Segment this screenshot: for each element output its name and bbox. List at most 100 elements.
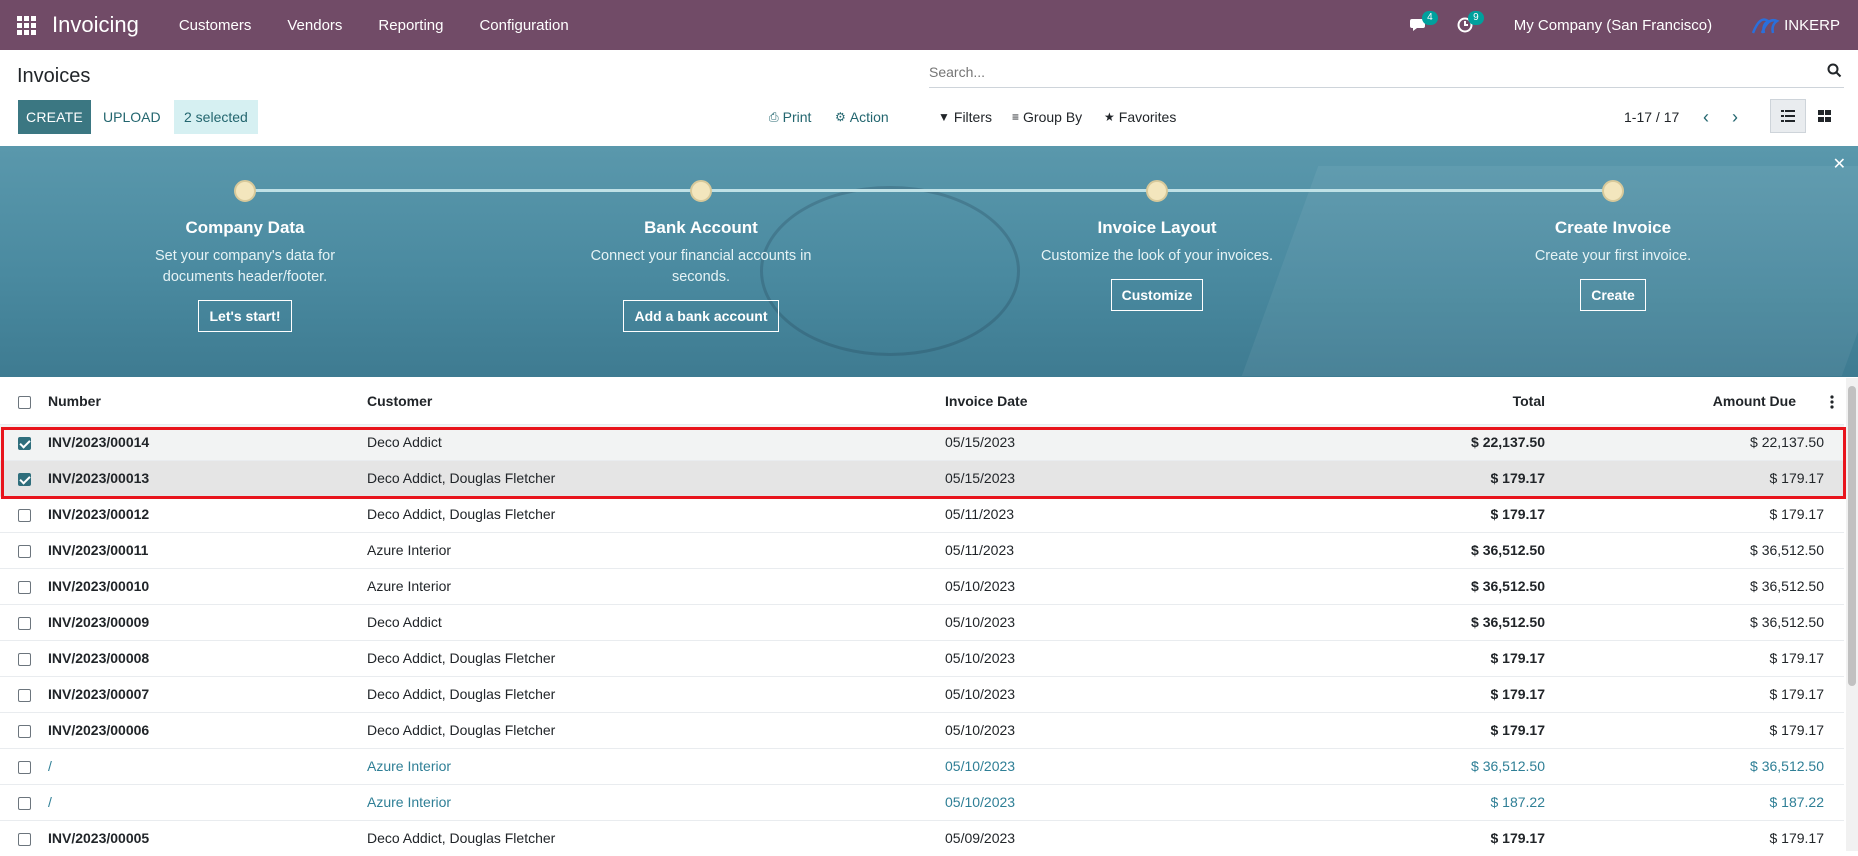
invoice-number: INV/2023/00014 bbox=[48, 423, 367, 460]
customer-name: Deco Addict bbox=[367, 423, 945, 460]
add-bank-account-button[interactable]: Add a bank account bbox=[623, 300, 779, 332]
pager-value[interactable]: 1-17 / 17 bbox=[1624, 100, 1679, 134]
invoice-total: $ 179.17 bbox=[1245, 639, 1545, 676]
invoice-number: / bbox=[48, 747, 367, 784]
lets-start-button[interactable]: Let's start! bbox=[198, 300, 292, 332]
create-invoice-button[interactable]: Create bbox=[1580, 279, 1646, 311]
row-checkbox-cell bbox=[0, 423, 48, 460]
row-checkbox[interactable] bbox=[18, 796, 31, 810]
menu-configuration[interactable]: Configuration bbox=[461, 17, 586, 34]
row-checkbox[interactable] bbox=[18, 724, 31, 738]
favorites-button[interactable]: ★ Favorites bbox=[1104, 100, 1176, 134]
app-name[interactable]: Invoicing bbox=[52, 12, 139, 38]
amount-due: $ 36,512.50 bbox=[1545, 603, 1844, 640]
scrollbar-thumb[interactable] bbox=[1848, 386, 1856, 686]
activities-button[interactable]: 9 bbox=[1450, 0, 1484, 50]
row-checkbox[interactable] bbox=[18, 688, 31, 702]
header-customer[interactable]: Customer bbox=[367, 378, 945, 424]
gear-icon: ⚙ bbox=[835, 110, 846, 124]
list-icon bbox=[1781, 110, 1795, 122]
select-all-cell bbox=[0, 378, 48, 424]
menu-vendors[interactable]: Vendors bbox=[269, 17, 360, 34]
customer-name: Deco Addict, Douglas Fletcher bbox=[367, 711, 945, 748]
header-amount-due[interactable]: Amount Due bbox=[1545, 378, 1844, 424]
table-row[interactable]: INV/2023/00010 Azure Interior 05/10/2023 $ … bbox=[0, 567, 1844, 604]
user-menu[interactable]: INKERP bbox=[1750, 13, 1840, 37]
table-row[interactable]: INV/2023/00006 Deco Addict, Douglas Fletc… bbox=[0, 711, 1844, 748]
brand-name: INKERP bbox=[1784, 16, 1840, 34]
groupby-button[interactable]: ≡ Group By bbox=[1012, 100, 1082, 134]
header-invoice-date[interactable]: Invoice Date bbox=[945, 378, 1245, 424]
row-checkbox[interactable] bbox=[18, 544, 31, 558]
invoice-date: 05/11/2023 bbox=[945, 531, 1245, 568]
invoice-total: $ 36,512.50 bbox=[1245, 603, 1545, 640]
customer-name: Azure Interior bbox=[367, 747, 945, 784]
filters-button[interactable]: ▼ Filters bbox=[938, 100, 992, 134]
print-button[interactable]: ⎙ Print bbox=[769, 100, 811, 134]
action-button[interactable]: ⚙ Action bbox=[835, 100, 889, 134]
row-checkbox[interactable] bbox=[18, 652, 31, 666]
table-row[interactable]: INV/2023/00014 Deco Addict 05/15/2023 $ 22,… bbox=[0, 423, 1844, 460]
search-icon[interactable] bbox=[1827, 63, 1842, 78]
customer-name: Deco Addict, Douglas Fletcher bbox=[367, 675, 945, 712]
menu-customers[interactable]: Customers bbox=[161, 17, 270, 34]
table-row[interactable]: INV/2023/00009 Deco Addict 05/10/2023 $ 36,… bbox=[0, 603, 1844, 640]
upload-button[interactable]: UPLOAD bbox=[95, 100, 169, 134]
star-icon: ★ bbox=[1104, 110, 1115, 124]
table-row[interactable]: INV/2023/00012 Deco Addict, Douglas Fletc… bbox=[0, 495, 1844, 532]
step-invoice-layout: Invoice Layout Customize the look of you… bbox=[1017, 180, 1297, 311]
step-title: Bank Account bbox=[644, 218, 758, 237]
step-description: Set your company's data for documents he… bbox=[154, 248, 336, 285]
amount-due: $ 179.17 bbox=[1545, 675, 1844, 712]
table-row[interactable]: / Azure Interior 05/10/2023 $ 187.22 $ 187.2… bbox=[0, 783, 1844, 820]
menu-reporting[interactable]: Reporting bbox=[360, 17, 461, 34]
close-icon[interactable]: ✕ bbox=[1833, 154, 1846, 174]
company-switcher[interactable]: My Company (San Francisco) bbox=[1514, 17, 1712, 34]
list-view-button[interactable] bbox=[1770, 99, 1806, 133]
invoice-number: / bbox=[48, 783, 367, 820]
step-dot bbox=[1146, 180, 1168, 202]
customer-name: Deco Addict, Douglas Fletcher bbox=[367, 639, 945, 676]
select-all-checkbox[interactable] bbox=[18, 395, 31, 409]
invoice-total: $ 179.17 bbox=[1245, 711, 1545, 748]
invoice-date: 05/10/2023 bbox=[945, 783, 1245, 820]
row-checkbox[interactable] bbox=[18, 580, 31, 594]
customize-button[interactable]: Customize bbox=[1110, 279, 1204, 311]
row-checkbox-cell bbox=[0, 711, 48, 748]
grid-icon bbox=[1817, 110, 1831, 122]
create-button[interactable]: CREATE bbox=[18, 100, 91, 134]
apps-menu-icon[interactable] bbox=[0, 0, 52, 50]
selection-counter: 2 selected bbox=[174, 100, 258, 134]
invoice-total: $ 179.17 bbox=[1245, 459, 1545, 496]
pager-previous-icon[interactable]: ‹ bbox=[1693, 100, 1719, 134]
search-input[interactable] bbox=[929, 58, 1844, 86]
table-row[interactable]: INV/2023/00011 Azure Interior 05/11/2023 $ … bbox=[0, 531, 1844, 568]
row-checkbox[interactable] bbox=[18, 616, 31, 630]
row-checkbox[interactable] bbox=[18, 760, 31, 774]
table-row[interactable]: / Azure Interior 05/10/2023 $ 36,512.50 $ 36… bbox=[0, 747, 1844, 784]
table-row[interactable]: INV/2023/00008 Deco Addict, Douglas Fletc… bbox=[0, 639, 1844, 676]
bars-icon: ≡ bbox=[1012, 110, 1020, 124]
row-checkbox-cell bbox=[0, 747, 48, 784]
table-row[interactable]: INV/2023/00007 Deco Addict, Douglas Fletc… bbox=[0, 675, 1844, 712]
row-checkbox[interactable] bbox=[18, 436, 31, 450]
header-total[interactable]: Total bbox=[1245, 378, 1545, 424]
row-checkbox[interactable] bbox=[18, 508, 31, 522]
favorites-label: Favorites bbox=[1118, 109, 1177, 125]
invoice-date: 05/15/2023 bbox=[945, 459, 1245, 496]
vertical-scrollbar[interactable] bbox=[1846, 378, 1858, 851]
onboarding-progress-track bbox=[245, 189, 1613, 192]
kanban-view-button[interactable] bbox=[1806, 99, 1842, 133]
table-row[interactable]: INV/2023/00013 Deco Addict, Douglas Fletc… bbox=[0, 459, 1844, 496]
row-checkbox-cell bbox=[0, 495, 48, 532]
header-number[interactable]: Number bbox=[48, 378, 367, 424]
row-checkbox[interactable] bbox=[18, 472, 31, 486]
step-dot bbox=[1602, 180, 1624, 202]
optional-columns-icon[interactable] bbox=[1830, 395, 1834, 414]
step-create-invoice: Create Invoice Create your first invoice… bbox=[1473, 180, 1753, 311]
messages-button[interactable]: 4 bbox=[1404, 0, 1438, 50]
invoice-date: 05/10/2023 bbox=[945, 675, 1245, 712]
print-label: Print bbox=[782, 109, 812, 125]
row-checkbox[interactable] bbox=[18, 833, 31, 847]
pager-next-icon[interactable]: › bbox=[1722, 100, 1748, 134]
